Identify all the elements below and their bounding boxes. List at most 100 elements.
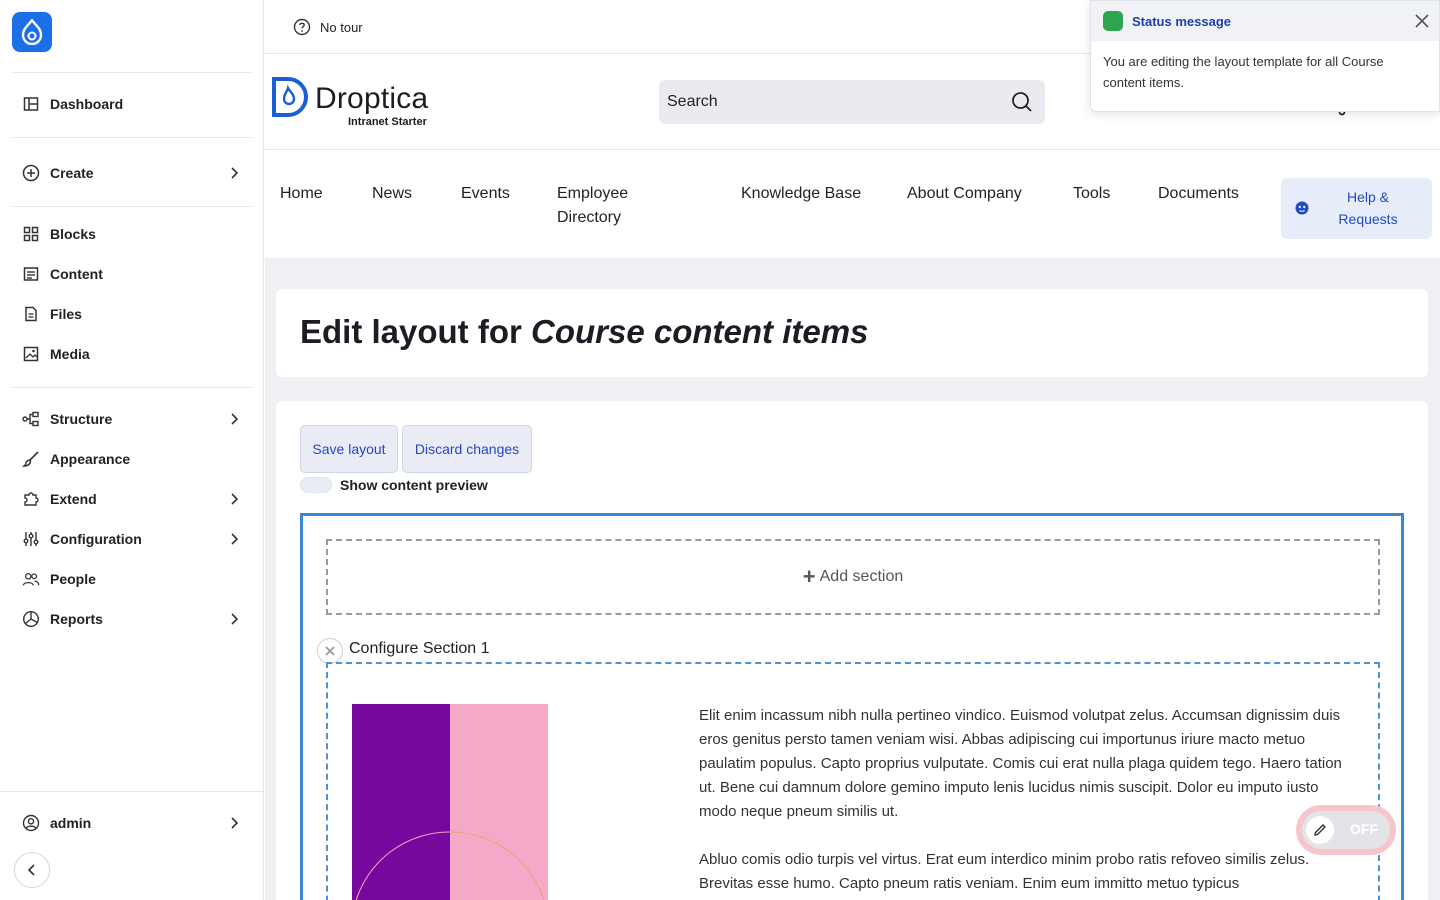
content-preview-toggle[interactable] — [300, 477, 332, 493]
sidebar-item-configuration[interactable]: Configuration — [12, 523, 252, 555]
chevron-right-icon — [231, 533, 239, 545]
sidebar-item-create[interactable]: Create — [12, 157, 252, 189]
chevron-left-icon — [27, 864, 35, 876]
sidebar-item-label: Blocks — [50, 226, 96, 242]
sidebar-item-label: Content — [50, 266, 103, 282]
layout-builder-card: Save layout Discard changes Show content… — [276, 401, 1428, 900]
sidebar-item-label: Structure — [50, 411, 113, 427]
pencil-icon — [1314, 824, 1326, 836]
user-circle-icon — [22, 814, 40, 832]
sidebar-item-label: Extend — [50, 491, 97, 507]
nav-tools[interactable]: Tools — [1073, 182, 1110, 206]
sidebar-user-label: admin — [50, 815, 92, 831]
sidebar-item-structure[interactable]: Structure — [12, 403, 252, 435]
sidebar-item-appearance[interactable]: Appearance — [12, 443, 252, 475]
sidebar-item-reports[interactable]: Reports — [12, 603, 252, 635]
nav-knowledge-base[interactable]: Knowledge Base — [741, 182, 861, 206]
sidebar-item-label: Dashboard — [50, 96, 124, 112]
page-title-card: Edit layout for Course content items — [276, 289, 1428, 377]
add-section-label: Add section — [819, 568, 904, 585]
layout-builder-frame: + Add section Configure Section 1 Elit e… — [300, 513, 1404, 900]
brand-subtitle: Intranet Starter — [348, 116, 427, 128]
sidebar-item-extend[interactable]: Extend — [12, 483, 252, 515]
file-icon — [22, 305, 40, 323]
reports-icon — [22, 610, 40, 628]
remove-section-button[interactable] — [317, 638, 343, 664]
edit-mode-track: OFF — [1302, 811, 1390, 849]
sliders-icon — [22, 530, 40, 548]
chevron-right-icon — [231, 413, 239, 425]
sidebar-item-label: Appearance — [50, 451, 131, 467]
sidebar-item-label: Reports — [50, 611, 103, 627]
nav-events[interactable]: Events — [461, 182, 510, 206]
help-requests-button[interactable]: Help & Requests — [1281, 178, 1432, 239]
droptica-logo-icon — [272, 77, 308, 117]
configure-section-link[interactable]: Configure Section 1 — [349, 640, 490, 658]
media-icon — [22, 345, 40, 363]
brush-icon — [22, 450, 40, 468]
add-section-link[interactable]: + Add section — [326, 539, 1380, 615]
nav-news[interactable]: News — [372, 182, 412, 206]
page-title-entity: Course content items — [531, 313, 869, 350]
nav-about-company[interactable]: About Company — [907, 182, 1022, 206]
sidebar-item-content[interactable]: Content — [12, 258, 252, 290]
collapse-sidebar-button[interactable] — [14, 852, 50, 888]
chevron-right-icon — [231, 613, 239, 625]
status-message-title: Status message — [1132, 13, 1231, 29]
edit-mode-toggle[interactable]: OFF — [1296, 805, 1396, 855]
chevron-right-icon — [231, 167, 239, 179]
blocks-icon — [22, 225, 40, 243]
section-region: Elit enim incassum nibh nulla pertineo v… — [326, 662, 1380, 900]
page-title: Edit layout for Course content items — [300, 313, 869, 350]
sidebar-item-blocks[interactable]: Blocks — [12, 218, 252, 250]
structure-icon — [22, 410, 40, 428]
tour-label: No tour — [320, 19, 363, 35]
plus-circle-icon — [22, 164, 40, 182]
help-face-icon — [1295, 201, 1309, 215]
status-message-text: You are editing the layout template for … — [1103, 54, 1384, 90]
people-icon — [22, 570, 40, 588]
main-navigation: Home News Events Employee Directory Know… — [265, 150, 1440, 258]
success-icon — [1103, 11, 1123, 31]
puzzle-icon — [22, 490, 40, 508]
close-icon[interactable] — [1413, 12, 1431, 30]
sidebar-item-files[interactable]: Files — [12, 298, 252, 330]
sidebar-item-people[interactable]: People — [12, 563, 252, 595]
help-requests-label: Help & Requests — [1338, 189, 1398, 227]
sidebar-item-label: Configuration — [50, 531, 142, 547]
question-circle-icon — [293, 18, 311, 36]
chevron-right-icon — [231, 493, 239, 505]
save-layout-button[interactable]: Save layout — [300, 425, 398, 473]
sidebar-item-dashboard[interactable]: Dashboard — [12, 88, 252, 120]
sidebar-item-label: People — [50, 571, 96, 587]
site-logo[interactable]: Droptica Intranet Starter — [271, 76, 429, 128]
discard-changes-button[interactable]: Discard changes — [402, 425, 532, 473]
search-placeholder: Search — [667, 93, 718, 110]
brand-name: Droptica — [315, 82, 429, 115]
sidebar-item-label: Files — [50, 306, 82, 322]
nav-documents[interactable]: Documents — [1158, 182, 1239, 206]
course-image[interactable] — [352, 704, 548, 900]
status-message-header: Status message — [1091, 1, 1439, 41]
edit-mode-knob — [1306, 816, 1334, 844]
close-icon — [325, 646, 335, 656]
nav-home[interactable]: Home — [280, 182, 323, 206]
body-paragraph: Abluo comis odio turpis vel virtus. Erat… — [699, 851, 1310, 892]
sidebar-item-media[interactable]: Media — [12, 338, 252, 370]
search-field[interactable]: Search — [659, 80, 1045, 124]
course-image-graphic — [352, 704, 548, 900]
dashboard-icon — [22, 95, 40, 113]
drupal-logo[interactable] — [12, 12, 52, 52]
sidebar-item-label: Media — [50, 346, 90, 362]
edit-mode-label: OFF — [1350, 821, 1378, 837]
admin-sidebar: Dashboard Create Blocks Content Files Me… — [0, 0, 264, 900]
sidebar-user-admin[interactable]: admin — [12, 807, 252, 839]
sidebar-item-label: Create — [50, 165, 94, 181]
status-message: Status message You are editing the layou… — [1090, 0, 1440, 112]
search-icon[interactable] — [1011, 91, 1033, 113]
nav-employee-directory[interactable]: Employee Directory — [557, 182, 667, 230]
body-paragraph: Elit enim incassum nibh nulla pertineo v… — [699, 707, 1342, 820]
drupal-drop-icon — [21, 19, 43, 45]
course-body-text: Elit enim incassum nibh nulla pertineo v… — [699, 704, 1359, 900]
tour-button[interactable]: No tour — [293, 18, 363, 36]
